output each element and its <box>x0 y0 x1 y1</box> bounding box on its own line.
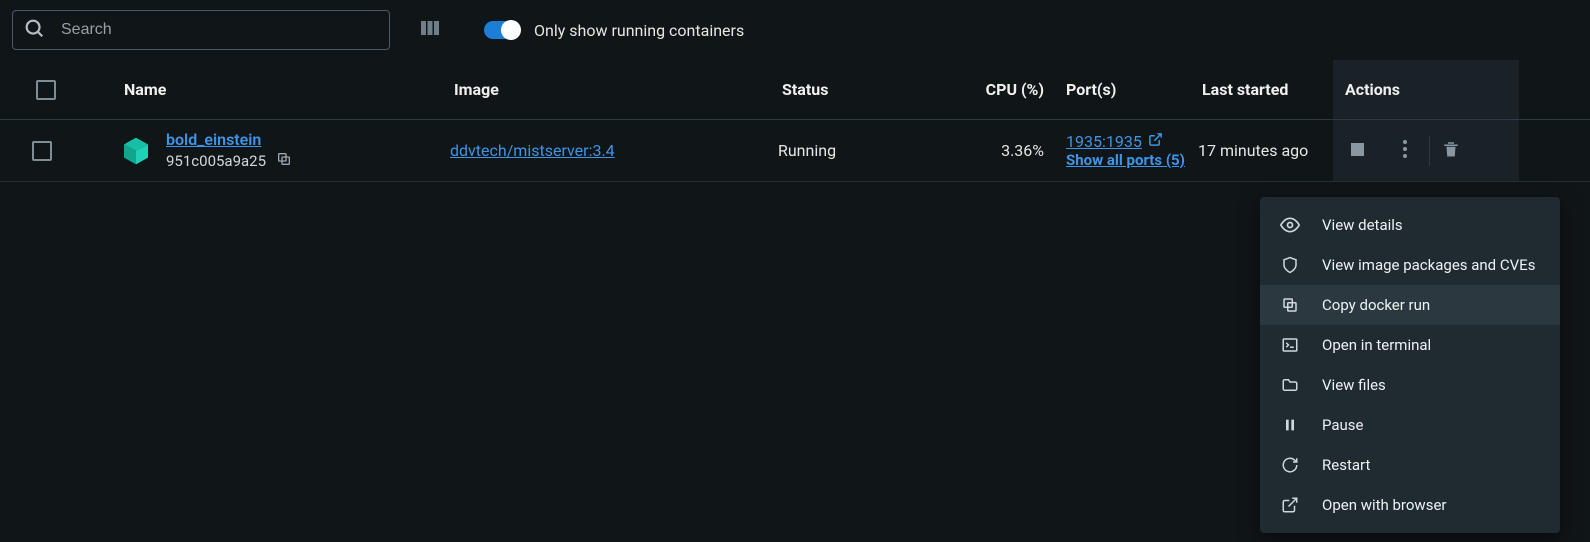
menu-label: Copy docker run <box>1322 296 1430 314</box>
show-all-ports-link[interactable]: Show all ports (5) <box>1066 151 1198 169</box>
th-status[interactable]: Status <box>778 80 948 99</box>
table-row: bold_einstein 951c005a9a25 ddvtech/mists… <box>0 120 1590 182</box>
menu-view-details[interactable]: View details <box>1260 205 1560 245</box>
more-actions-button[interactable] <box>1381 120 1429 181</box>
menu-label: Open with browser <box>1322 496 1446 514</box>
th-cpu[interactable]: CPU (%) <box>948 80 1048 99</box>
copy-id-icon[interactable] <box>276 151 292 171</box>
menu-view-files[interactable]: View files <box>1260 365 1560 405</box>
more-icon <box>1403 140 1407 162</box>
last-started-cell: 17 minutes ago <box>1198 141 1333 160</box>
menu-label: Pause <box>1322 416 1364 434</box>
running-only-toggle[interactable] <box>484 21 520 39</box>
status-cell: Running <box>778 141 948 160</box>
menu-open-browser[interactable]: Open with browser <box>1260 485 1560 525</box>
eye-icon <box>1280 215 1300 235</box>
containers-table: Name Image Status CPU (%) Port(s) Last s… <box>0 60 1590 182</box>
stop-button[interactable] <box>1333 120 1381 181</box>
row-checkbox-cell <box>0 141 120 161</box>
toolbar: Only show running containers <box>0 0 1590 60</box>
th-last-started[interactable]: Last started <box>1198 80 1333 99</box>
header-checkbox-cell <box>0 80 120 100</box>
menu-label: View image packages and CVEs <box>1322 256 1535 274</box>
menu-label: Restart <box>1322 456 1370 474</box>
stop-icon <box>1351 142 1364 160</box>
ports-cell: 1935:1935 Show all ports (5) <box>1048 132 1198 169</box>
columns-button[interactable] <box>418 16 442 44</box>
container-id: 951c005a9a25 <box>166 152 266 170</box>
external-link-icon[interactable] <box>1148 132 1163 151</box>
delete-button[interactable] <box>1430 120 1472 181</box>
name-stack: bold_einstein 951c005a9a25 <box>166 130 292 171</box>
search-icon <box>23 17 45 43</box>
menu-restart[interactable]: Restart <box>1260 445 1560 485</box>
name-cell: bold_einstein 951c005a9a25 <box>120 130 450 171</box>
menu-open-terminal[interactable]: Open in terminal <box>1260 325 1560 365</box>
container-name-link[interactable]: bold_einstein <box>166 130 292 149</box>
th-image[interactable]: Image <box>450 80 778 99</box>
search-box[interactable] <box>12 10 390 50</box>
cpu-cell: 3.36% <box>948 141 1048 160</box>
port-link[interactable]: 1935:1935 <box>1066 132 1142 151</box>
restart-icon <box>1280 455 1300 475</box>
th-actions: Actions <box>1333 60 1519 119</box>
menu-label: Open in terminal <box>1322 336 1431 354</box>
th-name[interactable]: Name <box>120 80 450 99</box>
columns-icon <box>418 16 442 44</box>
th-ports[interactable]: Port(s) <box>1048 80 1198 99</box>
folder-icon <box>1280 375 1300 395</box>
running-only-toggle-wrap: Only show running containers <box>484 21 744 40</box>
image-cell: ddvtech/mistserver:3.4 <box>450 141 778 160</box>
actions-cell <box>1333 120 1519 181</box>
trash-icon <box>1442 140 1460 162</box>
menu-label: View files <box>1322 376 1386 394</box>
container-id-row: 951c005a9a25 <box>166 151 292 171</box>
th-actions-label: Actions <box>1345 80 1400 99</box>
menu-view-packages[interactable]: View image packages and CVEs <box>1260 245 1560 285</box>
copy-icon <box>1280 295 1300 315</box>
running-only-label: Only show running containers <box>534 21 744 40</box>
menu-label: View details <box>1322 216 1403 234</box>
port-row: 1935:1935 <box>1066 132 1198 151</box>
search-input[interactable] <box>61 21 379 39</box>
terminal-icon <box>1280 335 1300 355</box>
row-checkbox[interactable] <box>32 141 52 161</box>
image-link[interactable]: ddvtech/mistserver:3.4 <box>450 141 615 160</box>
pause-icon <box>1280 415 1300 435</box>
open-icon <box>1280 495 1300 515</box>
context-menu: View details View image packages and CVE… <box>1260 197 1560 533</box>
menu-pause[interactable]: Pause <box>1260 405 1560 445</box>
table-header: Name Image Status CPU (%) Port(s) Last s… <box>0 60 1590 120</box>
menu-copy-docker-run[interactable]: Copy docker run <box>1260 285 1560 325</box>
select-all-checkbox[interactable] <box>36 80 56 100</box>
container-icon <box>120 135 152 167</box>
shield-icon <box>1280 255 1300 275</box>
